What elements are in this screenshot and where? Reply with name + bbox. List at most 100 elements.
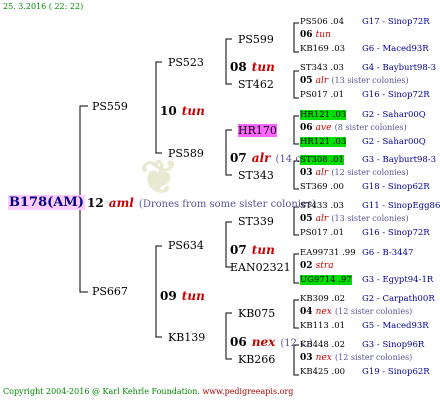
gen4-queen-row: 03 nex (12 sister colonies) [300, 353, 412, 363]
gen4-sire-id: HR121 .03 [300, 110, 347, 120]
gen4-sire-location: G11 - SinopEgg86R [362, 201, 440, 211]
gen4-dam-row: PS017 .01 G16 - Sinop72R [300, 228, 430, 238]
gen1-bottom-generation: 09 tun [160, 285, 205, 304]
gen4-sire-id: ST308 .01 [300, 155, 344, 165]
gen3-queen-5: ST339 [238, 215, 274, 228]
gen4-dam-row: PS017 .01 G16 - Sinop72R [300, 90, 430, 100]
gen4-queen-row: 02 stra [300, 261, 334, 271]
gen4-sister-colonies: (13 sister colonies) [331, 214, 409, 223]
gen4-dam-location: G16 - Sinop72R [362, 90, 430, 100]
gen4-number: 03 [300, 168, 313, 178]
gen4-queen-row: 03 alr (12 sister colonies) [300, 168, 409, 178]
gen4-sister-colonies: (12 sister colonies) [335, 353, 413, 362]
gen4-dam-id: UG9714 .97 [300, 275, 352, 285]
site-link[interactable]: www.pedigreeapis.org [202, 387, 293, 396]
gen4-breed: tun [315, 30, 331, 40]
gen4-dam-id: HR121 .03 [300, 137, 347, 147]
gen4-sire-location: G3 - Bayburt98-3 [362, 155, 437, 165]
gen4-number: 03 [300, 353, 313, 363]
gen2-generation-2: 07 alr (14 c.) [230, 147, 308, 166]
root-name: B178(AM) [8, 195, 85, 210]
gen1-queen-top: PS559 [92, 100, 128, 113]
gen4-dam-location: G5 - Maced93R [362, 321, 429, 331]
gen4-sire-location: G17 - Sinop72R [362, 17, 430, 27]
gen4-sire-row: KB448 .02 G3 - Sinop96R [300, 340, 424, 350]
gen4-sire-row: ST308 .01 G3 - Bayburt98-3 [300, 155, 436, 165]
gen4-queen-row: 04 nex (12 sister colonies) [300, 307, 412, 317]
gen4-queen-row: 05 alr (13 sister colonies) [300, 76, 409, 86]
gen4-dam-location: G18 - Sinop62R [362, 182, 430, 192]
gen3-queen-8: KB266 [238, 353, 276, 366]
gen4-dam-row: HR121 .03 G2 - Sahar00Q [300, 137, 426, 147]
gen2-queen-2: PS589 [168, 147, 204, 160]
gen4-dam-location: G16 - Sinop72R [362, 228, 430, 238]
gen4-dam-row: KB113 .01 G5 - Maced93R [300, 321, 429, 331]
gen4-dam-row: KB425 .00 G19 - Sinop62R [300, 367, 430, 377]
gen1-bottom-number: 09 [160, 289, 177, 303]
gen4-sister-colonies: (8 sister colonies) [334, 123, 407, 132]
gen4-breed: stra [315, 261, 334, 271]
gen4-breed: ave [315, 123, 332, 133]
gen3-queen-1: PS599 [238, 33, 274, 46]
gen4-sire-row: ST433 .03 G11 - SinopEgg86R [300, 201, 440, 211]
gen1-top-breed: tun [181, 104, 205, 118]
gen4-breed: alr [315, 76, 329, 86]
gen2-breed-2: alr [251, 151, 271, 165]
gen4-sire-id: KB309 .02 [300, 294, 346, 304]
gen4-queen-row: 06 tun [300, 30, 331, 40]
gen4-number: 05 [300, 76, 313, 86]
gen4-number: 06 [300, 30, 313, 40]
gen2-queen-1: PS523 [168, 56, 204, 69]
timestamp: 25. 3.2016 ( 22: 22) [3, 2, 84, 11]
gen4-sire-id: ST343 .03 [300, 63, 344, 73]
gen2-generation-1: 08 tun [230, 56, 275, 75]
gen4-dam-id: PS017 .01 [300, 228, 344, 238]
gen4-dam-id: KB169 .03 [300, 44, 346, 54]
gen4-sister-colonies: (12 sister colonies) [335, 307, 413, 316]
gen2-number-4: 06 [230, 335, 247, 349]
gen3-queen-7: KB075 [238, 307, 276, 320]
gen4-number: 02 [300, 261, 313, 271]
gen4-breed: alr [315, 214, 329, 224]
root-note: (Drones from some sister colonies) [138, 199, 316, 210]
gen2-number-3: 07 [230, 243, 247, 257]
gen4-sister-colonies: (12 sister colonies) [331, 168, 409, 177]
gen4-breed: nex [315, 353, 332, 363]
gen3-queen-3: HR170 [238, 124, 277, 137]
gen4-sire-location: G3 - Sinop96R [362, 340, 425, 350]
gen4-queen-row: 05 alr (13 sister colonies) [300, 214, 409, 224]
gen2-breed-1: tun [251, 60, 275, 74]
gen4-number: 06 [300, 123, 313, 133]
gen2-generation-3: 07 tun [230, 239, 275, 258]
copyright-footer: Copyright 2004-2016 @ Karl Kehrle Founda… [3, 387, 293, 396]
gen4-number: 05 [300, 214, 313, 224]
gen4-dam-row: UG9714 .97 G3 - Egypt94-1R [300, 275, 433, 285]
gen4-dam-id: PS017 .01 [300, 90, 344, 100]
gen4-dam-row: ST369 .00 G18 - Sinop62R [300, 182, 430, 192]
gen4-dam-row: KB169 .03 G6 - Maced93R [300, 44, 429, 54]
gen4-dam-id: KB425 .00 [300, 367, 346, 377]
gen4-sire-row: HR121 .03 G2 - Sahar00Q [300, 110, 426, 120]
gen1-queen-bottom: PS667 [92, 285, 128, 298]
gen4-sire-row: EA99731 .99 G6 - B-3447 [300, 248, 413, 258]
gen2-queen-3: PS634 [168, 239, 204, 252]
gen2-number-1: 08 [230, 60, 247, 74]
gen4-sire-row: KB309 .02 G2 - Carpath00R [300, 294, 435, 304]
gen4-dam-id: KB113 .01 [300, 321, 346, 331]
gen4-sire-id: EA99731 .99 [300, 248, 356, 258]
gen2-breed-3: tun [251, 243, 275, 257]
gen4-sire-location: G2 - Sahar00Q [362, 110, 426, 120]
gen3-queen-2: ST462 [238, 78, 274, 91]
gen1-top-number: 10 [160, 104, 177, 118]
gen4-sire-location: G6 - B-3447 [362, 248, 414, 258]
gen4-breed: alr [315, 168, 329, 178]
copyright-text: Copyright 2004-2016 @ Karl Kehrle Founda… [3, 387, 200, 396]
gen2-number-2: 07 [230, 151, 247, 165]
gen4-dam-location: G2 - Sahar00Q [362, 137, 426, 147]
gen4-breed: nex [315, 307, 332, 317]
gen4-dam-location: G6 - Maced93R [362, 44, 429, 54]
gen3-queen-4: ST343 [238, 169, 274, 182]
gen2-breed-4: nex [251, 335, 276, 349]
gen4-sister-colonies: (13 sister colonies) [331, 76, 409, 85]
gen4-number: 04 [300, 307, 313, 317]
